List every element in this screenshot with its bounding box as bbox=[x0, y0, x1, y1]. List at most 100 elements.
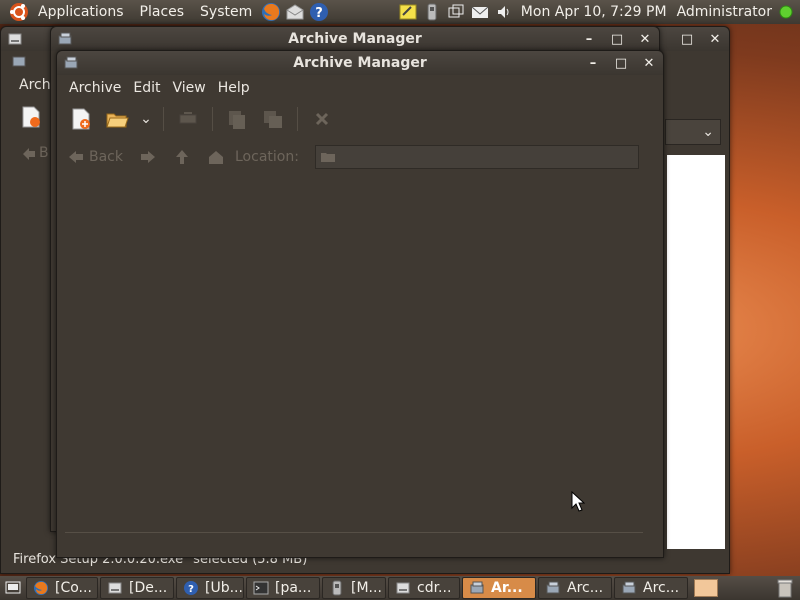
taskbar-button-label: [pa... bbox=[275, 580, 312, 596]
location-label: Location: bbox=[235, 149, 299, 165]
maximize-icon[interactable]: □ bbox=[673, 27, 701, 51]
toolbar: ⌄ bbox=[57, 101, 663, 137]
mouse-cursor-icon bbox=[571, 491, 585, 512]
home-icon[interactable] bbox=[205, 147, 227, 167]
bottom-panel: [Co... [De... ? [Ub... [pa... [M... cdr... Ar..… bbox=[0, 576, 800, 600]
location-bar: Back Location: bbox=[57, 137, 663, 177]
help-icon: ? bbox=[183, 580, 199, 596]
background-content-pane bbox=[667, 155, 725, 549]
menu-bar: Archive Edit View Help bbox=[57, 75, 663, 101]
taskbar-button-label: [Co... bbox=[55, 580, 92, 596]
taskbar-button-label: [De... bbox=[129, 580, 168, 596]
taskbar-button[interactable]: [De... bbox=[100, 577, 174, 599]
close-icon[interactable]: ✕ bbox=[701, 27, 729, 51]
open-archive-button[interactable] bbox=[101, 103, 133, 135]
mail-icon[interactable] bbox=[284, 1, 306, 23]
user-switcher[interactable]: Administrator bbox=[677, 4, 772, 20]
status-online-icon[interactable] bbox=[778, 4, 794, 20]
menu-archive[interactable]: Archive bbox=[63, 80, 127, 96]
trash-icon[interactable] bbox=[774, 577, 796, 599]
svg-text:?: ? bbox=[188, 584, 194, 595]
firefox-icon bbox=[33, 580, 49, 596]
up-arrow-icon[interactable] bbox=[171, 147, 193, 167]
network-icon[interactable] bbox=[423, 3, 441, 21]
places-menu[interactable]: Places bbox=[132, 0, 193, 24]
archive-icon bbox=[621, 580, 637, 596]
windows-icon[interactable] bbox=[447, 3, 465, 21]
new-archive-icon[interactable] bbox=[19, 105, 43, 129]
applications-menu[interactable]: Applications bbox=[30, 0, 132, 24]
add-folder-button[interactable] bbox=[257, 103, 289, 135]
toolbar-separator bbox=[297, 107, 298, 131]
taskbar-button[interactable]: Arc... bbox=[538, 577, 612, 599]
archive-icon bbox=[63, 55, 79, 71]
drive-icon bbox=[395, 580, 411, 596]
maximize-icon[interactable]: □ bbox=[603, 27, 631, 51]
mail-notify-icon[interactable] bbox=[471, 3, 489, 21]
archive-icon bbox=[57, 31, 73, 47]
window-controls: – □ ✕ bbox=[579, 51, 663, 75]
forward-arrow-icon[interactable] bbox=[137, 147, 159, 167]
add-files-button[interactable] bbox=[221, 103, 253, 135]
archive-content-area[interactable] bbox=[57, 177, 663, 533]
taskbar-button-label: cdr... bbox=[417, 580, 452, 596]
middle-window-titlebar[interactable]: Archive Manager – □ ✕ bbox=[51, 27, 659, 51]
notes-icon[interactable] bbox=[399, 3, 417, 21]
menu-view[interactable]: View bbox=[167, 80, 212, 96]
archive-manager-window[interactable]: Archive Manager – □ ✕ Archive Edit View … bbox=[56, 50, 664, 558]
back-button[interactable]: Back bbox=[67, 149, 123, 165]
back-button-label: Back bbox=[89, 149, 123, 165]
taskbar-button[interactable]: [M... bbox=[322, 577, 386, 599]
chevron-down-icon: ⌄ bbox=[702, 124, 714, 140]
folder-icon bbox=[320, 150, 336, 164]
network-icon bbox=[329, 580, 345, 596]
top-panel: Applications Places System ? Mon Apr 10,… bbox=[0, 0, 800, 24]
back-arrow-icon bbox=[67, 149, 85, 165]
task-list: [Co... [De... ? [Ub... [pa... [M... cdr... Ar..… bbox=[26, 577, 690, 599]
open-recent-chevron-icon[interactable]: ⌄ bbox=[137, 103, 155, 135]
show-desktop-icon[interactable] bbox=[0, 576, 26, 600]
taskbar-button[interactable]: Ar... bbox=[462, 577, 536, 599]
background-nav-fragment[interactable]: B bbox=[39, 145, 49, 163]
taskbar-button[interactable]: ? [Ub... bbox=[176, 577, 244, 599]
volume-icon[interactable] bbox=[495, 3, 513, 21]
background-nav: B bbox=[21, 145, 49, 163]
help-icon[interactable]: ? bbox=[308, 1, 330, 23]
drive-icon bbox=[107, 580, 123, 596]
drive-icon bbox=[7, 31, 23, 47]
minimize-icon[interactable]: – bbox=[575, 27, 603, 51]
archive-icon bbox=[11, 53, 27, 69]
taskbar-button[interactable]: cdr... bbox=[388, 577, 460, 599]
background-combo-box[interactable]: ⌄ bbox=[665, 119, 721, 145]
taskbar-button[interactable]: [Co... bbox=[26, 577, 98, 599]
menu-help[interactable]: Help bbox=[212, 80, 256, 96]
back-arrow-icon[interactable] bbox=[21, 145, 37, 163]
taskbar-button-label: Arc... bbox=[567, 580, 604, 596]
archive-manager-titlebar[interactable]: Archive Manager – □ ✕ bbox=[57, 51, 663, 75]
middle-window-title: Archive Manager bbox=[288, 31, 422, 47]
svg-text:?: ? bbox=[315, 6, 323, 21]
taskbar-button[interactable]: [pa... bbox=[246, 577, 320, 599]
close-icon[interactable]: ✕ bbox=[635, 51, 663, 75]
stop-button[interactable] bbox=[306, 103, 338, 135]
location-field[interactable] bbox=[314, 145, 639, 169]
minimize-icon[interactable]: – bbox=[579, 51, 607, 75]
clock[interactable]: Mon Apr 10, 7:29 PM bbox=[521, 4, 667, 20]
toolbar-separator bbox=[163, 107, 164, 131]
system-tray bbox=[399, 3, 513, 21]
extract-button[interactable] bbox=[172, 103, 204, 135]
system-menu[interactable]: System bbox=[192, 0, 260, 24]
taskbar-button[interactable]: Arc... bbox=[614, 577, 688, 599]
workspace-switcher[interactable] bbox=[694, 579, 718, 597]
close-icon[interactable]: ✕ bbox=[631, 27, 659, 51]
archive-icon bbox=[545, 580, 561, 596]
ubuntu-logo-icon[interactable] bbox=[8, 1, 30, 23]
archive-icon bbox=[469, 580, 485, 596]
menu-edit[interactable]: Edit bbox=[127, 80, 166, 96]
maximize-icon[interactable]: □ bbox=[607, 51, 635, 75]
status-bar-separator bbox=[65, 532, 643, 533]
taskbar-button-label: Arc... bbox=[643, 580, 680, 596]
taskbar-button-label: Ar... bbox=[491, 580, 523, 596]
new-archive-button[interactable] bbox=[65, 103, 97, 135]
firefox-icon[interactable] bbox=[260, 1, 282, 23]
